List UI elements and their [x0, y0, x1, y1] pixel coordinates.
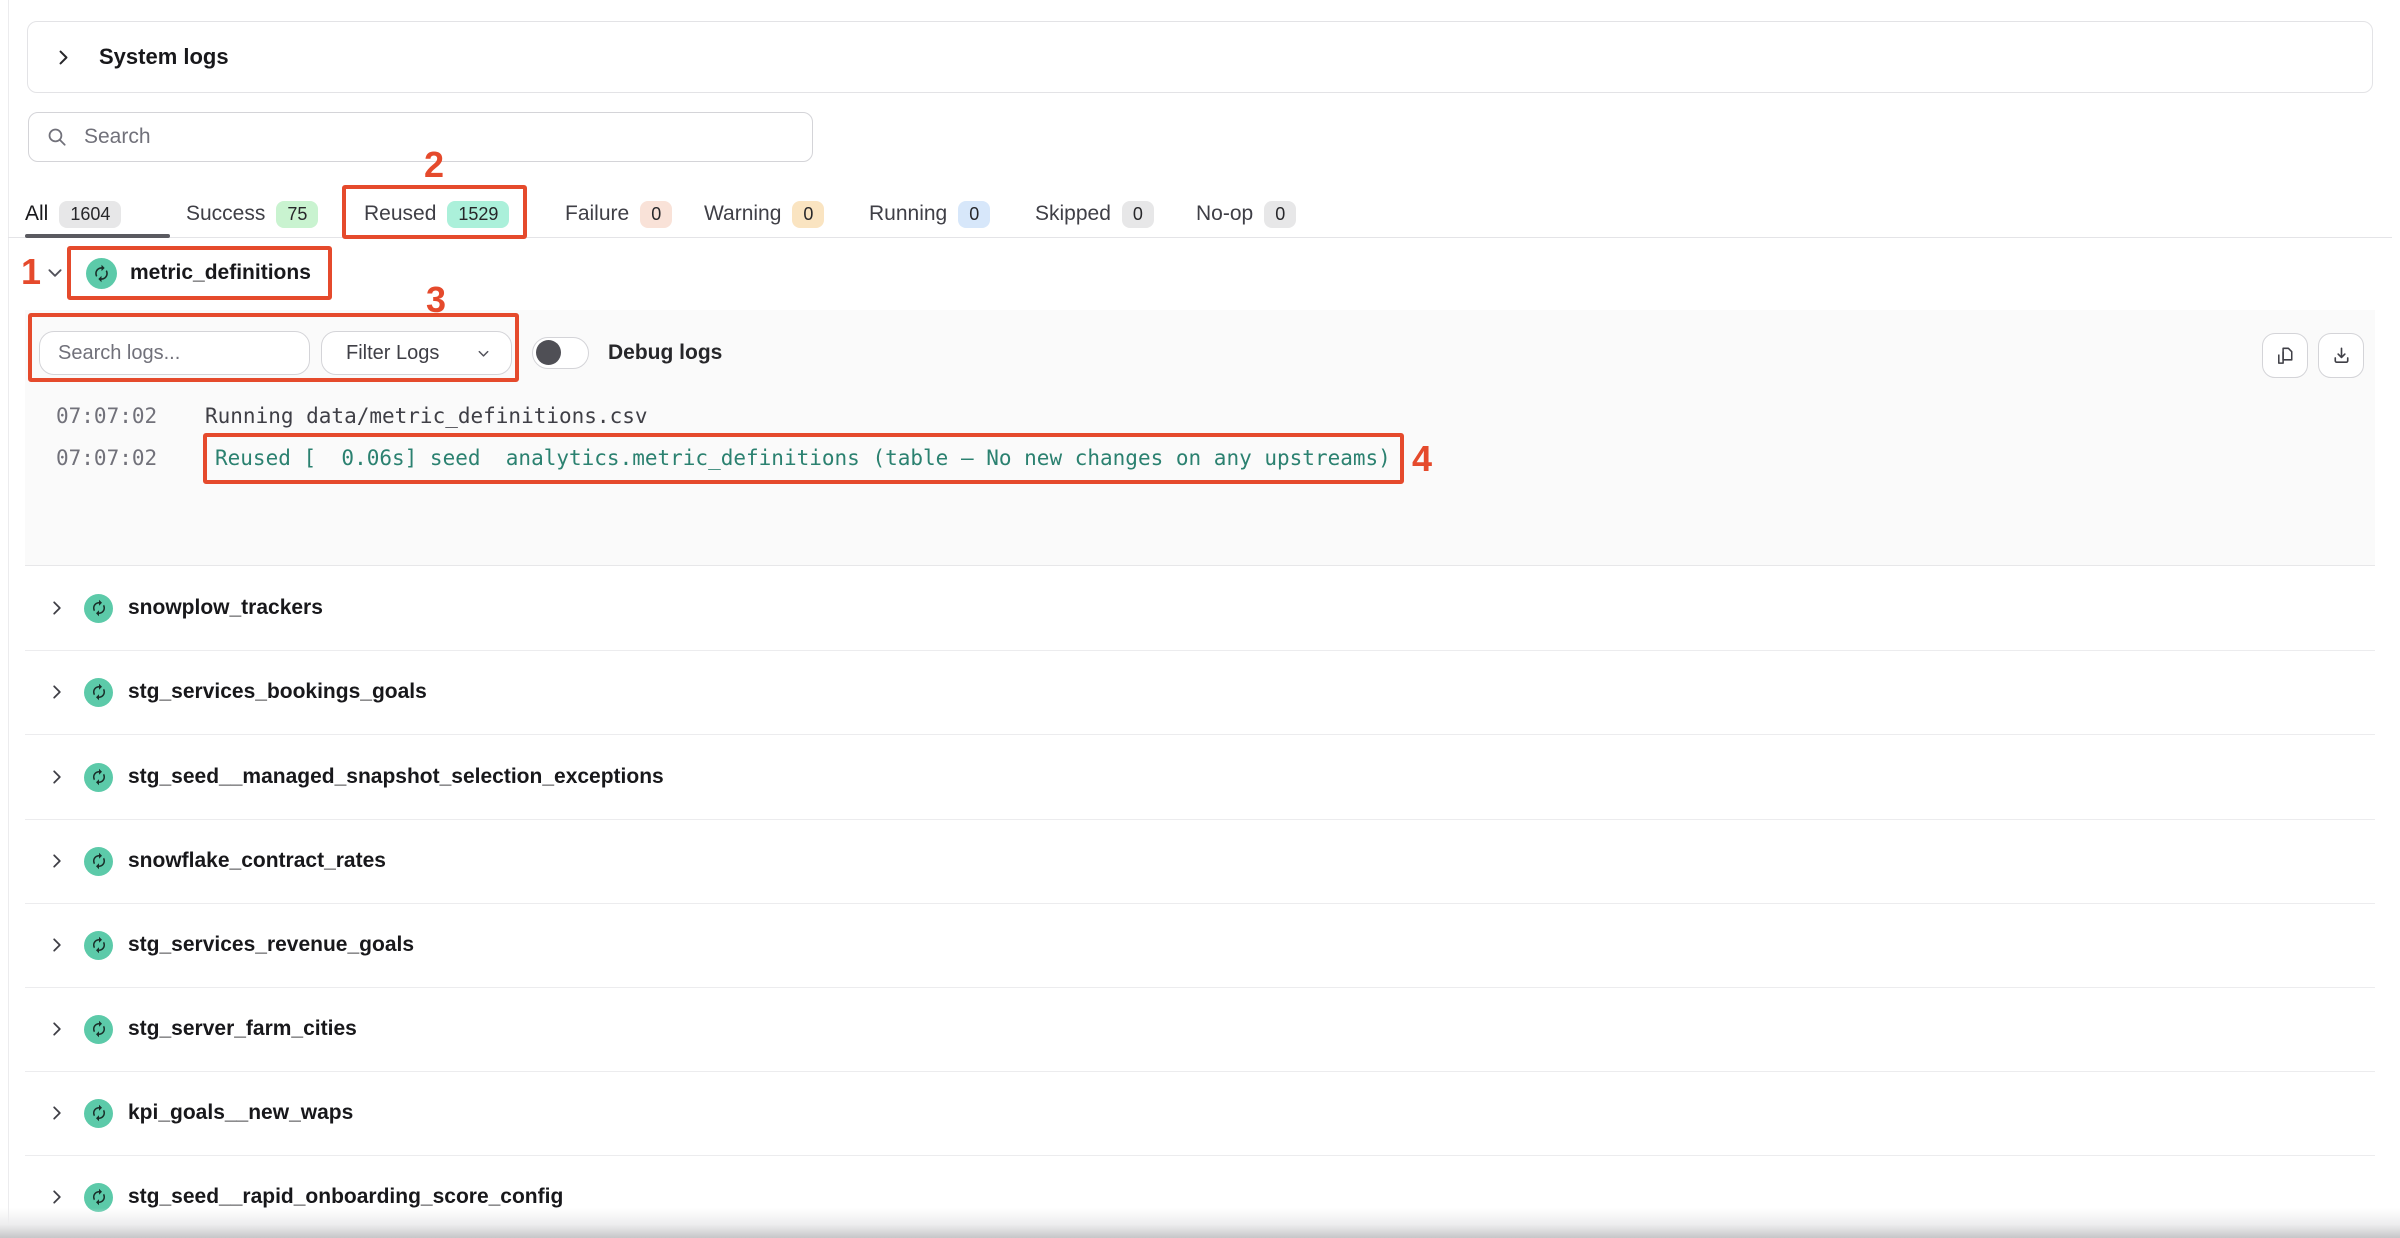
tab-skipped[interactable]: Skipped 0 — [1035, 196, 1154, 232]
tab-all[interactable]: All 1604 — [25, 196, 121, 232]
chevron-right-icon — [48, 599, 66, 617]
tab-count-badge: 1604 — [59, 201, 121, 228]
run-name: snowplow_trackers — [128, 596, 323, 620]
bottom-fade — [0, 1208, 2400, 1238]
copy-icon — [2274, 344, 2297, 367]
chevron-right-icon — [48, 768, 66, 786]
tabs-divider — [8, 237, 2392, 238]
download-logs-button[interactable] — [2318, 333, 2364, 378]
tab-count-badge: 0 — [1122, 201, 1154, 228]
tab-label: All — [25, 202, 48, 226]
status-reused-icon — [84, 931, 113, 960]
tab-label: Running — [869, 202, 947, 226]
run-name: stg_seed__rapid_onboarding_score_config — [128, 1185, 563, 1209]
run-row[interactable]: stg_services_revenue_goals — [0, 923, 2400, 967]
system-logs-screen: System logs All 1604 Success 75 Reused 1… — [0, 0, 2400, 1238]
tab-running[interactable]: Running 0 — [869, 196, 990, 232]
tab-label: Reused — [364, 202, 436, 226]
run-name: snowflake_contract_rates — [128, 849, 386, 873]
tab-count-badge: 0 — [958, 201, 990, 228]
tab-noop[interactable]: No-op 0 — [1196, 196, 1296, 232]
log-message: Reused [ 0.06s] seed analytics.metric_de… — [215, 446, 1391, 470]
tab-label: Failure — [565, 202, 629, 226]
run-row-metric-definitions[interactable]: metric_definitions — [46, 251, 311, 295]
tab-failure[interactable]: Failure 0 — [565, 196, 672, 232]
run-name: stg_services_revenue_goals — [128, 933, 414, 957]
search-input[interactable] — [82, 124, 686, 150]
search-bar — [28, 112, 813, 162]
system-logs-header[interactable]: System logs — [27, 21, 2373, 93]
annotation-label-1: 1 — [21, 251, 41, 293]
filter-logs-dropdown[interactable]: Filter Logs — [321, 331, 512, 375]
log-line-running: Running data/metric_definitions.csv — [205, 401, 648, 431]
toggle-knob — [536, 340, 561, 365]
run-name: metric_definitions — [130, 261, 311, 285]
tab-count-badge: 0 — [640, 201, 672, 228]
status-reused-icon — [84, 763, 113, 792]
tab-label: Success — [186, 202, 265, 226]
tab-reused[interactable]: Reused 1529 — [364, 196, 509, 232]
tab-label: Warning — [704, 202, 781, 226]
run-row[interactable]: stg_services_bookings_goals — [0, 670, 2400, 714]
run-name: kpi_goals__new_waps — [128, 1101, 353, 1125]
row-divider — [25, 1071, 2375, 1072]
chevron-right-icon — [48, 936, 66, 954]
chevron-right-icon — [48, 683, 66, 701]
status-reused-icon — [84, 847, 113, 876]
run-name: stg_services_bookings_goals — [128, 680, 427, 704]
chevron-right-icon — [48, 852, 66, 870]
copy-logs-button[interactable] — [2262, 333, 2308, 378]
log-timestamp: 07:07:02 — [56, 404, 157, 428]
log-timestamp: 07:07:02 — [56, 446, 157, 470]
tab-count-badge: 0 — [1264, 201, 1296, 228]
tab-count-badge: 1529 — [447, 201, 509, 228]
run-row[interactable]: kpi_goals__new_waps — [0, 1091, 2400, 1135]
status-reused-icon — [86, 258, 117, 289]
status-reused-icon — [84, 678, 113, 707]
row-divider — [25, 650, 2375, 651]
row-divider — [25, 987, 2375, 988]
status-reused-icon — [84, 1015, 113, 1044]
tab-success[interactable]: Success 75 — [186, 196, 318, 232]
log-line: 07:07:02 — [56, 401, 157, 431]
run-name: stg_seed__managed_snapshot_selection_exc… — [128, 765, 664, 789]
tab-count-badge: 0 — [792, 201, 824, 228]
run-row[interactable]: snowflake_contract_rates — [0, 839, 2400, 883]
tab-count-badge: 75 — [276, 201, 318, 228]
status-reused-icon — [84, 1099, 113, 1128]
run-name: stg_server_farm_cities — [128, 1017, 357, 1041]
chevron-right-icon — [48, 1188, 66, 1206]
debug-logs-toggle[interactable] — [532, 337, 589, 369]
chevron-right-icon — [48, 1020, 66, 1038]
tab-warning[interactable]: Warning 0 — [704, 196, 824, 232]
row-divider — [25, 819, 2375, 820]
log-line: 07:07:02 — [56, 443, 157, 473]
run-row[interactable]: stg_server_farm_cities — [0, 1007, 2400, 1051]
chevron-down-icon — [476, 346, 491, 361]
chevron-right-icon — [54, 48, 73, 67]
run-row[interactable]: snowplow_trackers — [0, 586, 2400, 630]
log-message: Running data/metric_definitions.csv — [205, 404, 648, 428]
active-tab-underline — [25, 234, 170, 238]
tab-label: No-op — [1196, 202, 1253, 226]
row-divider — [25, 903, 2375, 904]
chevron-down-icon — [46, 264, 64, 282]
log-line-reused: Reused [ 0.06s] seed analytics.metric_de… — [215, 443, 1391, 473]
chevron-right-icon — [48, 1104, 66, 1122]
row-divider — [25, 734, 2375, 735]
download-icon — [2330, 344, 2353, 367]
debug-logs-label: Debug logs — [608, 331, 722, 375]
filter-logs-label: Filter Logs — [346, 342, 439, 365]
status-reused-icon — [84, 594, 113, 623]
tab-label: Skipped — [1035, 202, 1111, 226]
search-logs-input[interactable] — [39, 331, 310, 375]
page-title: System logs — [99, 44, 229, 70]
row-divider — [25, 1155, 2375, 1156]
search-icon — [46, 126, 68, 148]
run-row[interactable]: stg_seed__managed_snapshot_selection_exc… — [0, 755, 2400, 799]
